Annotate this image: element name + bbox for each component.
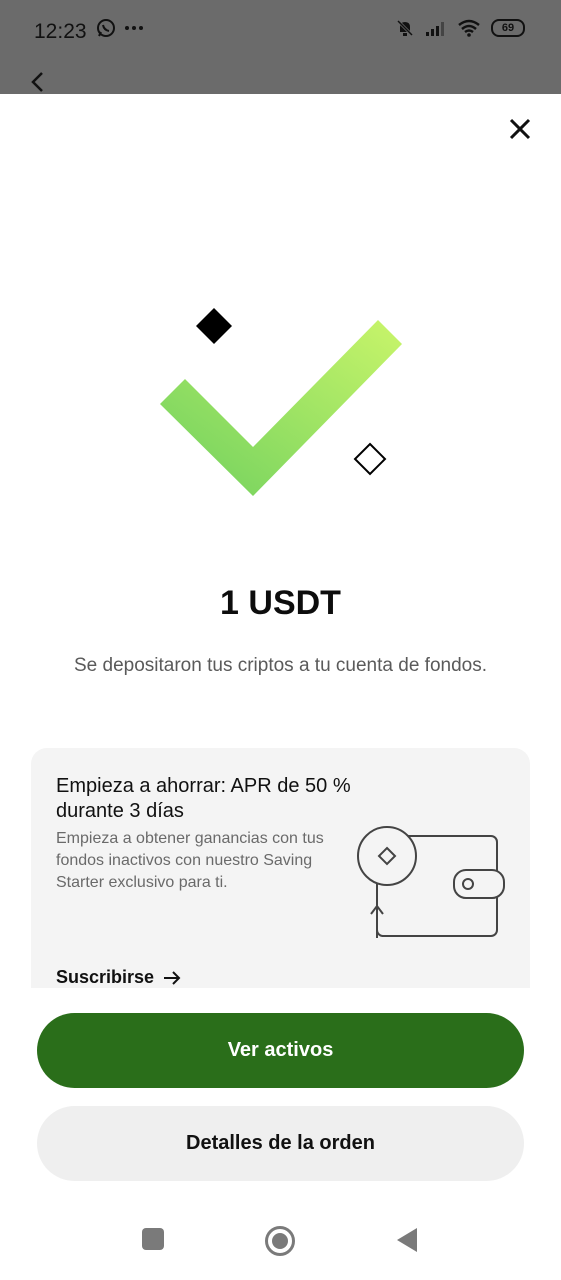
promo-description: Empieza a obtener ganancias con tus fond… (56, 830, 324, 891)
subscribe-link[interactable]: Suscribirse (56, 967, 182, 988)
system-nav-bar (0, 1199, 561, 1279)
promo-title: Empieza a ahorrar: APR de 50 % durante 3… (56, 775, 351, 822)
subscribe-link-label: Suscribirse (56, 967, 155, 987)
status-right-icons: 69 (395, 18, 525, 38)
wallet-illustration (357, 826, 505, 938)
success-checkmark-illustration (160, 308, 402, 496)
view-assets-button[interactable]: Ver activos (37, 1013, 524, 1088)
diamond-filled-icon (196, 308, 232, 344)
recents-square-icon[interactable] (141, 1227, 165, 1251)
home-circle-icon[interactable] (264, 1225, 296, 1257)
back-triangle-icon[interactable] (396, 1227, 418, 1253)
status-left-icons (96, 18, 144, 38)
status-bar: 12:23 69 (0, 0, 561, 92)
battery-indicator: 69 (491, 19, 525, 37)
result-sheet: 1 USDT Se depositaron tus criptos a tu c… (0, 94, 561, 1280)
order-details-label: Detalles de la orden (186, 1132, 375, 1154)
promo-card[interactable]: Empieza a ahorrar: APR de 50 % durante 3… (31, 748, 530, 988)
more-dots-icon (125, 26, 143, 30)
wifi-icon (458, 19, 480, 37)
deposit-message: Se depositaron tus criptos a tu cuenta d… (74, 655, 487, 676)
status-time: 12:23 (34, 20, 87, 43)
arrow-right-icon (164, 970, 181, 985)
close-icon[interactable] (505, 114, 535, 144)
whatsapp-icon (97, 19, 115, 37)
view-assets-label: Ver activos (227, 1039, 334, 1061)
order-details-button[interactable]: Detalles de la orden (37, 1106, 524, 1181)
diamond-outline-icon (353, 442, 387, 476)
deposit-amount: 1 USDT (220, 584, 341, 622)
back-arrow-icon[interactable] (28, 70, 48, 94)
mute-bell-icon (396, 19, 414, 37)
signal-icon (426, 22, 444, 36)
